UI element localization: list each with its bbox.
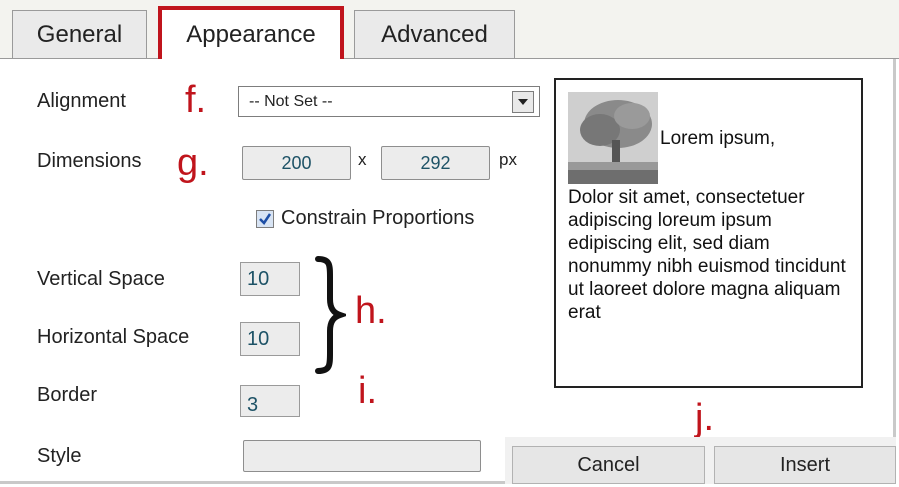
alignment-label: Alignment (37, 90, 126, 112)
insert-button[interactable]: Insert (714, 446, 896, 484)
tab-strip: General Appearance Advanced (0, 0, 899, 59)
style-input[interactable] (243, 440, 481, 472)
preview-caption: Lorem ipsum, (660, 128, 776, 149)
constrain-proportions-label: Constrain Proportions (281, 207, 475, 229)
tree-image (568, 92, 658, 184)
border-input[interactable]: 3 (240, 385, 300, 417)
border-label: Border (37, 384, 98, 406)
tab-general[interactable]: General (12, 10, 147, 58)
checkmark-icon (259, 213, 272, 225)
tab-appearance[interactable]: Appearance (158, 6, 344, 59)
preview-text: Dolor sit amet, consectetuer adipiscing … (568, 187, 846, 323)
dimension-separator: x (358, 150, 367, 169)
annotation-g: g. (177, 142, 209, 184)
cancel-button[interactable]: Cancel (512, 446, 705, 484)
width-input[interactable]: 200 (242, 146, 351, 180)
horizontal-space-input[interactable]: 10 (240, 322, 300, 356)
tab-advanced[interactable]: Advanced (354, 10, 515, 58)
chevron-down-icon[interactable] (512, 91, 534, 113)
annotation-i: i. (358, 370, 377, 412)
curly-brace-icon (315, 256, 346, 374)
annotation-h: h. (355, 290, 387, 332)
vertical-space-label: Vertical Space (37, 268, 165, 290)
unit-label: px (499, 150, 517, 169)
annotation-j: j. (695, 397, 714, 439)
horizontal-space-label: Horizontal Space (37, 326, 190, 348)
dimensions-label: Dimensions (37, 150, 142, 172)
alignment-select-value: -- Not Set -- (249, 92, 333, 110)
height-input[interactable]: 292 (381, 146, 490, 180)
vertical-space-input[interactable]: 10 (240, 262, 300, 296)
style-label: Style (37, 445, 82, 467)
alignment-select[interactable]: -- Not Set -- (238, 86, 540, 117)
annotation-f: f. (185, 79, 207, 121)
preview-panel: Lorem ipsum, Dolor sit amet, consectetue… (554, 78, 863, 388)
constrain-proportions-checkbox[interactable] (256, 210, 274, 228)
